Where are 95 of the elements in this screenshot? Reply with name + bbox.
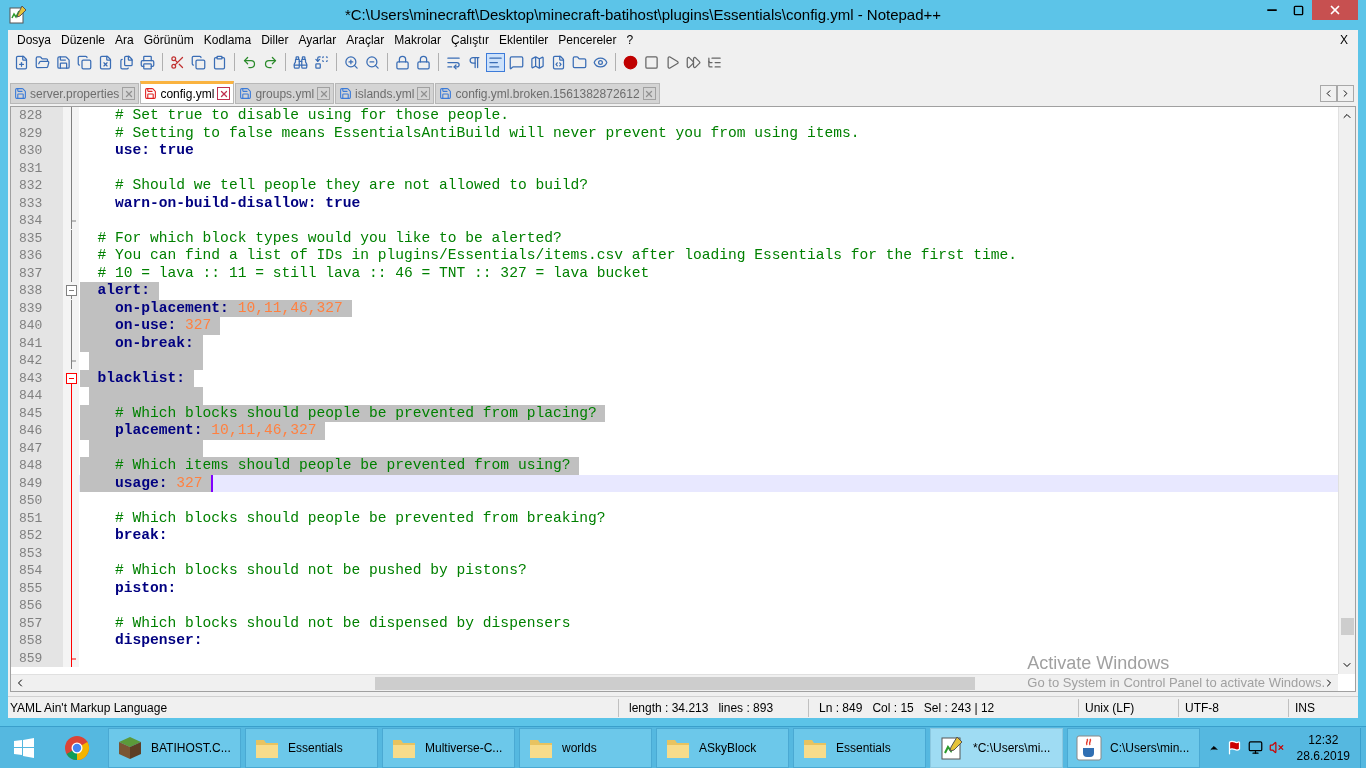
scroll-thumb[interactable] [374, 676, 975, 690]
status-language: YAML Ain't Markup Language [9, 699, 169, 717]
line-number: 842 [11, 352, 63, 370]
code-line: # Should we tell people they are not allowed to build? [114, 177, 588, 195]
notepad-icon [939, 734, 965, 761]
code-line: warn-on-build-disallow: true [114, 194, 361, 212]
status-line: Ln : 849 [819, 699, 863, 717]
taskbar-item[interactable]: ASkyBlock [656, 727, 789, 768]
activation-title: Activate Windows [1027, 652, 1171, 674]
taskbar-item[interactable]: BATIHOST.C... [108, 727, 241, 768]
menu-item[interactable]: Düzenle [56, 31, 111, 49]
menu-item[interactable]: Araçlar [341, 31, 390, 49]
status-mode: INS [1288, 698, 1315, 717]
code-line: use: true [114, 142, 194, 160]
line-number: 854 [11, 562, 63, 580]
file-tab[interactable]: server.properties [10, 83, 140, 104]
network-icon[interactable] [1247, 740, 1263, 755]
line-number: 846 [11, 422, 63, 440]
line-number: 850 [11, 492, 63, 510]
fold-toggle-icon[interactable] [65, 282, 77, 299]
line-number: 834 [11, 212, 63, 230]
tab-label: groups.yml [255, 85, 315, 103]
status-selection: Sel : 243 | 12 [923, 699, 995, 717]
code-line: # You can find a list of IDs in plugins/Essentials/items.csv after loading Essentials for the first time. [96, 247, 1018, 265]
file-tab[interactable]: islands.yml [335, 83, 435, 104]
maximize-icon [1293, 4, 1304, 16]
line-number: 828 [11, 107, 63, 125]
close-document-button[interactable]: X [1334, 31, 1354, 49]
volume-muted-icon[interactable] [1268, 740, 1284, 755]
chrome-icon [64, 734, 90, 761]
tab-close-icon[interactable] [217, 87, 231, 100]
line-number: 836 [11, 247, 63, 265]
taskbar-item[interactable]: C:\Users\min... [1067, 727, 1200, 768]
line-number: 856 [11, 597, 63, 615]
clock-time: 12:32 [1308, 731, 1339, 748]
tab-scroll-left-button[interactable] [1320, 85, 1337, 102]
line-number: 848 [11, 457, 63, 475]
file-tab[interactable]: config.yml.broken.1561382872612 [435, 83, 660, 104]
line-number: 858 [11, 632, 63, 650]
menu-item[interactable]: Pencereler [553, 31, 622, 49]
menu-item[interactable]: Ara [110, 31, 139, 49]
vertical-scrollbar[interactable] [1338, 107, 1355, 674]
menu-item[interactable]: Eklentiler [494, 31, 554, 49]
menu-item[interactable]: Ayarlar [293, 31, 342, 49]
tab-label: server.properties [30, 85, 120, 103]
notepad-icon [8, 5, 28, 25]
window-title: *C:\Users\minecraft\Desktop\minecraft-batihost\plugins\Essentials\config.yml - Notepad++ [344, 5, 942, 23]
menu-item[interactable]: Dosya [12, 31, 56, 49]
code-line: # Which blocks should not be dispensed by dispensers [114, 614, 571, 632]
line-number: 852 [11, 527, 63, 545]
menu-item[interactable]: ? [621, 31, 639, 49]
taskbar-item[interactable]: Essentials [793, 727, 926, 768]
scroll-thumb[interactable] [1340, 618, 1354, 635]
taskbar-item[interactable]: Multiverse-C... [382, 727, 515, 768]
code-line: # Which blocks should people be prevented from breaking? [114, 509, 606, 527]
line-number: 830 [11, 142, 63, 160]
code-line: # Which blocks should not be pushed by pistons? [114, 562, 527, 580]
tab-label: config.yml.broken.1561382872612 [455, 85, 640, 103]
activation-text: Go to System in Control Panel to activate Windows. [1027, 674, 1325, 691]
line-number: 832 [11, 177, 63, 195]
grass-block-icon [117, 734, 143, 761]
code-line: piston: [114, 579, 177, 597]
status-eol: Unix (LF) [1078, 698, 1178, 717]
menu-item[interactable]: Görünüm [138, 31, 199, 49]
line-number: 838 [11, 282, 63, 300]
status-length: length : 34.213 [629, 699, 709, 717]
windows-logo-icon [14, 737, 34, 758]
close-icon [1328, 3, 1342, 17]
line-number: 840 [11, 317, 63, 335]
tab-label: config.yml [160, 85, 215, 103]
code-line: # 10 = lava :: 11 = still lava :: 46 = TNT :: 327 = lava bucket [96, 264, 650, 282]
taskbar-item[interactable]: *C:\Users\mi... [930, 727, 1063, 768]
flag-icon[interactable] [1226, 740, 1242, 755]
menu-item[interactable]: Kodlama [198, 31, 257, 49]
menu-item[interactable]: Çalıştır [446, 31, 494, 49]
clock-date: 28.6.2019 [1296, 747, 1350, 764]
status-column: Col : 15 [872, 698, 914, 717]
tab-scroll-right-button[interactable] [1337, 85, 1354, 102]
menu-item[interactable]: Makrolar [389, 31, 446, 49]
status-lines: lines : 893 [718, 699, 774, 717]
status-encoding: UTF-8 [1178, 698, 1288, 717]
code-line: # For which block types would you like to be alerted? [96, 229, 562, 247]
code-line: # Setting to false means EssentialsAntiBuild will never prevent you from using items. [114, 124, 860, 142]
code-line: break: [114, 527, 168, 545]
tab-label: islands.yml [355, 85, 415, 103]
horizontal-scrollbar[interactable] [11, 674, 1338, 691]
taskbar-item[interactable]: worlds [519, 727, 652, 768]
code-line: dispenser: [114, 632, 203, 650]
menu-item[interactable]: Diller [256, 31, 294, 49]
coffee-cup-icon [1076, 734, 1102, 761]
code-line: # Set true to disable using for those people. [114, 107, 510, 125]
file-tab[interactable]: groups.yml [235, 83, 335, 104]
file-tab[interactable]: config.yml [140, 81, 235, 104]
taskbar-item[interactable]: Essentials [245, 727, 378, 768]
line-number: 844 [11, 387, 63, 405]
